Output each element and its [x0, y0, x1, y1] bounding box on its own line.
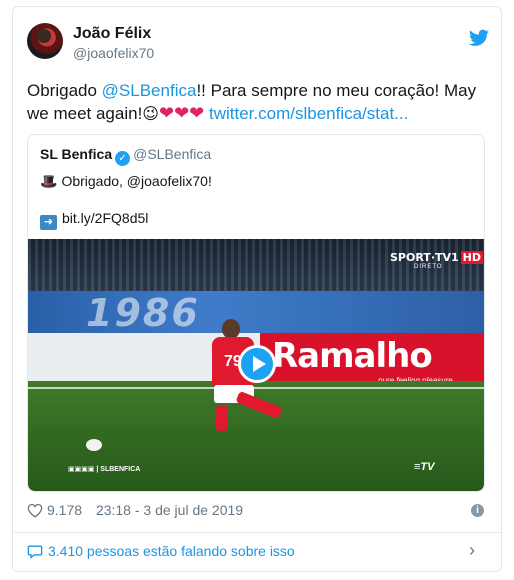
author-handle[interactable]: @joaofelix70: [73, 45, 154, 61]
right-arrow-icon: ➜: [40, 215, 57, 230]
banner-text: 1986: [86, 291, 200, 335]
heart-emoji-icon: ❤: [189, 103, 205, 123]
avatar[interactable]: [27, 23, 63, 59]
quoted-tweet[interactable]: SL Benfica ✓ @SLBenfica 🎩 Obrigado, @joaofe…: [27, 134, 485, 492]
social-icons: ▣▣▣▣: [68, 466, 97, 473]
heart-icon[interactable]: [27, 503, 43, 518]
tweet-url-link[interactable]: twitter.com/slbenfica/stat...: [209, 104, 408, 123]
mention-link[interactable]: @SLBenfica: [102, 81, 197, 100]
quoted-author-name[interactable]: SL Benfica: [40, 146, 112, 162]
player-head: [222, 319, 240, 339]
quoted-text: Obrigado, @joaofelix70!: [61, 173, 212, 189]
video-social-handle: ▣▣▣▣ | SLBENFICA: [68, 465, 140, 473]
tv-channel-logo: SPORT·TV1 HD: [390, 251, 484, 264]
player-leg: [235, 390, 283, 420]
quoted-short-link[interactable]: bit.ly/2FQ8d5l: [62, 210, 148, 226]
btv-logo: ≡TV: [414, 461, 435, 473]
heart-emoji-icon: ❤: [174, 103, 190, 123]
conversation-link[interactable]: 3.410 pessoas estão falando sobre isso: [27, 543, 295, 559]
heart-emoji-icon: ❤: [158, 103, 175, 123]
player-leg: [216, 405, 228, 431]
tweet-text: Obrigado @SLBenfica!! Para sempre no meu…: [27, 79, 489, 126]
video-player-figure: 79: [186, 319, 298, 439]
tweet-meta: 9.178 23:18 - 3 de jul de 2019: [27, 502, 243, 518]
play-button[interactable]: [238, 345, 276, 383]
tweet-card[interactable]: João Félix @joaofelix70 Obrigado @SLBenf…: [12, 6, 502, 572]
quoted-header: SL Benfica ✓ @SLBenfica: [40, 146, 211, 166]
tv-hd-badge: HD: [460, 251, 484, 264]
tweet-header: João Félix @joaofelix70: [27, 23, 489, 67]
author-name[interactable]: João Félix: [73, 25, 151, 43]
top-hat-icon: 🎩: [40, 173, 58, 189]
timestamp[interactable]: 23:18 - 3 de jul de 2019: [96, 502, 243, 518]
quoted-text-line: 🎩 Obrigado, @joaofelix70!: [40, 173, 212, 190]
speech-bubble-icon: [27, 545, 43, 559]
twitter-bird-icon[interactable]: [469, 29, 489, 47]
verified-badge-icon: ✓: [115, 151, 131, 166]
winking-face-icon: 😉: [142, 106, 159, 123]
video-player[interactable]: 1986 Ramalho pure feeling pleasure 79 SP…: [28, 239, 484, 491]
like-count[interactable]: 9.178: [47, 502, 82, 518]
tv-brand: SPORT·TV: [390, 251, 452, 264]
info-icon[interactable]: i: [471, 504, 484, 517]
chevron-right-icon[interactable]: ›: [469, 540, 475, 561]
divider: [13, 532, 501, 533]
social-handle-text: | SLBENFICA: [96, 466, 141, 473]
ball: [86, 439, 102, 451]
tv-channel-number: 1: [451, 251, 459, 264]
quoted-author-handle[interactable]: @SLBenfica: [133, 146, 211, 162]
tweet-text-start: Obrigado: [27, 81, 102, 100]
quoted-link-line: ➜ bit.ly/2FQ8d5l: [40, 210, 148, 230]
tv-live-label: DIRETO: [414, 264, 443, 270]
conversation-text: 3.410 pessoas estão falando sobre isso: [48, 543, 295, 559]
